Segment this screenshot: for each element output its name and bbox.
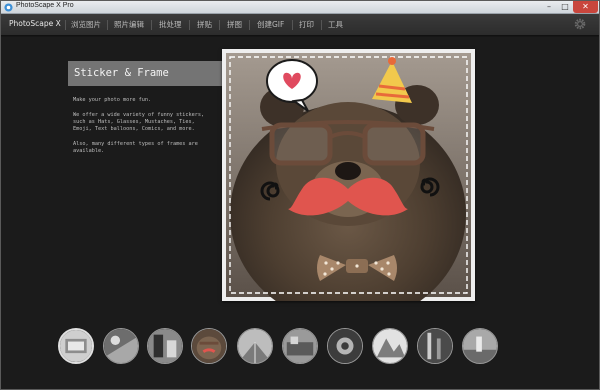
gear-icon[interactable] [574,18,586,30]
thumbnail-1[interactable] [58,328,94,364]
menu-item-print[interactable]: 打印 [299,19,314,30]
menu-separator [65,20,66,30]
feature-description-paragraph: Also, many different types of frames are… [73,141,198,154]
window-title: PhotoScape X Pro [16,2,74,9]
thumbnail-3[interactable] [147,328,183,364]
menu-item-photoscape-x[interactable]: PhotoScape X [9,19,61,28]
app-icon [4,3,13,12]
thumbnail-9[interactable] [417,328,453,364]
thumbnail-2[interactable] [103,328,139,364]
maximize-button[interactable]: □ [557,1,573,13]
thumbnail-5[interactable] [237,328,273,364]
thumbnail-6[interactable] [282,328,318,364]
menu-item-create-gif[interactable]: 创建GIF [257,19,284,30]
menu-item-viewer[interactable]: 浏览图片 [71,19,101,30]
minimize-button[interactable]: – [541,1,557,13]
title-bar[interactable]: PhotoScape X Pro – □ ✕ [1,1,599,14]
menu-item-collage[interactable]: 拼贴 [197,19,212,30]
menu-separator [321,20,322,30]
thumbnail-10[interactable] [462,328,498,364]
close-button[interactable]: ✕ [573,1,598,13]
menu-item-editor[interactable]: 照片编辑 [114,19,144,30]
menu-item-tools[interactable]: 工具 [328,19,343,30]
menu-separator [189,20,190,30]
thumbnail-7[interactable] [327,328,363,364]
menu-separator [151,20,152,30]
app-window: PhotoScape X Pro – □ ✕ PhotoScape X 浏览图片… [0,0,600,390]
menu-separator [107,20,108,30]
menu-separator [292,20,293,30]
preview-photo [226,53,471,301]
menu-separator [249,20,250,30]
feature-title: Sticker & Frame [74,67,169,79]
thumbnail-4[interactable] [191,328,227,364]
thumbnail-8[interactable] [372,328,408,364]
feature-description-paragraph: We offer a wide variety of funny sticker… [73,112,205,132]
menu-separator [219,20,220,30]
menu-item-combine[interactable]: 拼图 [227,19,242,30]
main-menu-bar: PhotoScape X 浏览图片 照片编辑 批处理 拼贴 拼图 创建GIF 打… [1,14,599,36]
feature-description-line: Make your photo more fun. [73,97,152,103]
menu-item-batch[interactable]: 批处理 [159,19,182,30]
